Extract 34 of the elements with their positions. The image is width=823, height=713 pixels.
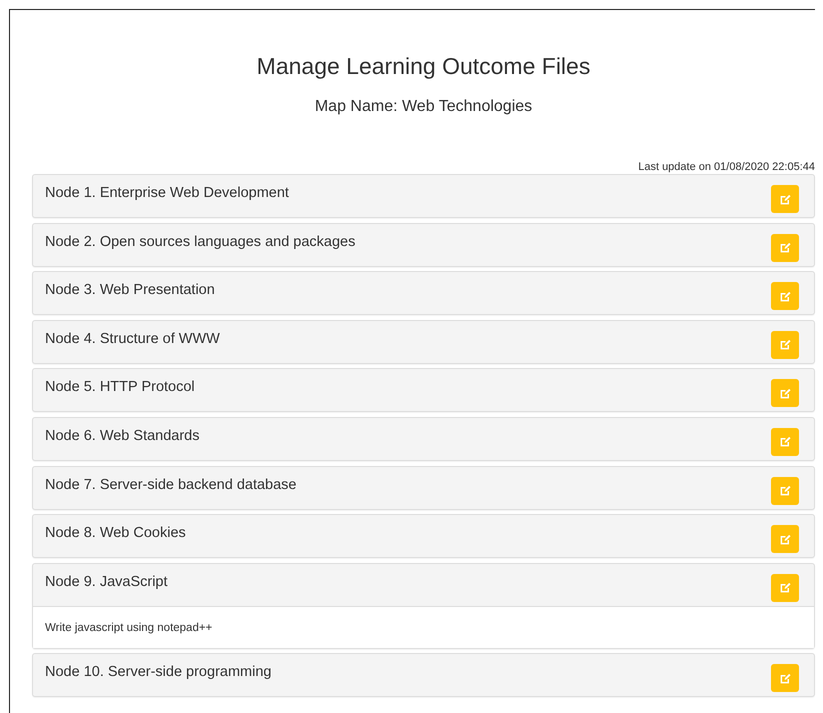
page-title: Manage Learning Outcome Files [256, 52, 592, 80]
edit-button[interactable] [771, 525, 799, 554]
edit-button[interactable] [771, 330, 799, 359]
edit-icon [780, 242, 790, 254]
last-update-text: Last update on 01/08/2020 22:05:44 [637, 160, 815, 174]
edit-icon [780, 436, 790, 448]
node-title: Node 1. Enterprise Web Development [45, 184, 289, 202]
edit-icon [780, 582, 790, 594]
edit-icon [780, 485, 790, 496]
edit-icon [780, 194, 790, 204]
edit-button[interactable] [771, 428, 799, 456]
edit-icon [780, 290, 790, 302]
edit-icon [780, 672, 790, 684]
node-description: Write javascript using notepad++ [45, 622, 212, 634]
edit-button[interactable] [771, 574, 799, 602]
edit-button[interactable] [771, 282, 799, 310]
node-title: Node 3. Web Presentation [45, 281, 215, 300]
node-title: Node 6. Web Standards [45, 426, 200, 445]
map-name: Map Name: Web Technologies [314, 97, 534, 117]
node-title: Node 10. Server-side programming [45, 663, 272, 682]
node-title: Node 5. HTTP Protocol [45, 378, 195, 396]
edit-icon [780, 388, 790, 399]
edit-button[interactable] [771, 664, 799, 692]
edit-button[interactable] [771, 234, 799, 262]
node-title: Node 4. Structure of WWW [45, 330, 220, 348]
edit-button[interactable] [771, 185, 799, 213]
edit-icon [780, 339, 790, 350]
node-title: Node 2. Open sources languages and packages [45, 232, 356, 251]
edit-button[interactable] [771, 476, 799, 505]
edit-button[interactable] [771, 379, 799, 408]
node-title: Node 9. JavaScript [45, 572, 168, 591]
edit-icon [780, 534, 790, 545]
node-title: Node 8. Web Cookies [45, 524, 186, 542]
node-title: Node 7. Server-side backend database [45, 476, 296, 494]
